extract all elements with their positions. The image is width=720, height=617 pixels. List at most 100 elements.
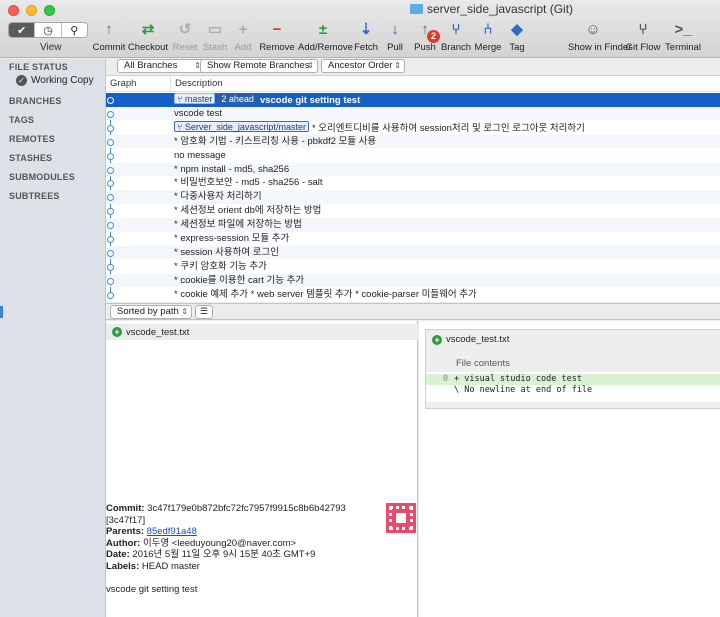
list-view-button[interactable]: ☰ (195, 305, 213, 319)
commit-row[interactable]: vscode test (106, 106, 720, 121)
tag-button[interactable]: ◆ Tag (492, 18, 542, 53)
commit-author-line: Author: 이두영 <leeduyoung20@naver.com> (106, 538, 418, 550)
ahead-count-tag: 2 ahead (218, 93, 257, 104)
diff-hunk-box: + vscode_test.txt File contents 0 + visua… (425, 329, 720, 409)
remote-branch-tag[interactable]: ⑂ Server_side_javascript/master (174, 120, 309, 132)
toolbar-button-label: Terminal (665, 42, 701, 53)
commit-row[interactable]: * 다중사용자 처리하기 (106, 190, 720, 204)
line-number: 0 (442, 374, 448, 384)
finder-icon: ☺ (585, 20, 601, 38)
close-window-button[interactable] (8, 5, 19, 16)
sidebar-branches-heading[interactable]: BRANCHES (9, 96, 62, 106)
commit-row[interactable]: * express-session 모듈 추가 (106, 232, 720, 246)
diff-file-name: vscode_test.txt (446, 334, 510, 345)
terminal-button[interactable]: >_ Terminal (658, 18, 708, 54)
sort-dropdown[interactable]: Sorted by path ⇕ (110, 305, 192, 319)
sidebar-subtrees-heading[interactable]: SUBTREES (9, 191, 60, 201)
add-remove-icon: ± (318, 20, 328, 38)
commit-message-text: * 세션정보 파일에 저장하는 방법 (174, 219, 302, 231)
changed-files-pane: + vscode_test.txt Commit: 3c47f179e0b872… (106, 321, 418, 617)
commit-message-text: * express-session 모듈 추가 (174, 233, 290, 244)
order-dropdown[interactable]: Ancestor Order ⇕ (321, 59, 405, 73)
commit-message-text: * 오리엔트디비를 사용하여 session처리 및 로그인 로그아웃 처리하기 (311, 122, 585, 134)
commit-message-text: vscode test (174, 107, 223, 119)
history-view-tab[interactable]: ◷ (35, 23, 62, 37)
commit-message-text: * 암호화 기법 - 키스트리칭 사용 - pbkdf2 모듈 사용 (174, 135, 377, 147)
graph-column-header[interactable]: Graph (110, 78, 136, 89)
commit-row[interactable]: * 암호화 기법 - 키스트리칭 사용 - pbkdf2 모듈 사용 (106, 134, 720, 149)
commit-label: Commit: (106, 503, 145, 514)
remove-button[interactable]: − Remove (252, 18, 302, 54)
commit-log: Graph Description ⑂ master 2 ahead vscode … (106, 75, 720, 302)
commit-row[interactable]: no message (106, 149, 720, 163)
parent-commit-link[interactable]: 85edf91a48 (147, 526, 197, 537)
commit-hash-line: Commit: 3c47f179e0b872bfc72fc7957f9915c8… (106, 503, 418, 515)
file-added-icon: + (432, 334, 442, 345)
commit-row[interactable]: * cookie를 이용한 cart 기능 추가 (106, 273, 720, 288)
diff-line-added[interactable]: 0 + visual studio code test (426, 374, 720, 385)
git-flow-icon: ⑂ (638, 20, 648, 38)
toolbar-button-label: Tag (509, 42, 525, 53)
sort-value: Sorted by path (117, 306, 179, 317)
commit-short-hash: [3c47f17] (106, 514, 146, 526)
commit-node-icon (107, 138, 114, 146)
commit-node-icon (107, 152, 114, 160)
diff-line-note[interactable]: \ No newline at end of file (426, 385, 720, 396)
sidebar-item-working-copy[interactable]: ✓ Working Copy (0, 73, 105, 87)
commit-message: * session 사용하여 로그인 (174, 246, 279, 260)
tag-icon: ◆ (511, 21, 523, 38)
commit-message: * 쿠키 암호화 기능 추가 (174, 260, 267, 274)
window-title: server_side_javascript (Git) (410, 2, 573, 16)
commit-message: * 세션정보 파일에 저장하는 방법 (174, 218, 302, 232)
folder-icon (410, 4, 423, 14)
column-divider[interactable] (170, 76, 171, 92)
sidebar-submodules-heading[interactable]: SUBMODULES (9, 172, 75, 182)
file-list-item[interactable]: + vscode_test.txt (106, 324, 418, 340)
commit-message-text: * 비밀번호보안 - md5 - sha256 - salt (174, 177, 323, 189)
commit-row[interactable]: * npm install - md5, sha256 (106, 162, 720, 176)
commit-row[interactable]: * 세션정보 orient db에 저장하는 방법 (106, 204, 720, 218)
commit-parents-line: Parents: 85edf91a48 (106, 526, 418, 538)
file-added-icon: + (112, 327, 122, 337)
sourcetree-window: server_side_javascript (Git) ✔ ◷ ⚲ View … (0, 0, 720, 617)
commit-row[interactable]: ⑂ master 2 ahead vscode git setting test (106, 93, 720, 107)
description-column-header[interactable]: Description (175, 78, 223, 89)
branches-filter-dropdown[interactable]: All Branches ⇕ (117, 59, 205, 73)
remote-branches-value: Show Remote Branches (207, 60, 310, 71)
working-copy-label: Working Copy (31, 74, 94, 86)
sidebar-stashes-heading[interactable]: STASHES (9, 153, 52, 163)
sidebar-file-status-heading[interactable]: FILE STATUS (9, 62, 68, 72)
show-in-finder-button[interactable]: ☺ Show in Finder (568, 18, 631, 54)
commit-message: * 비밀번호보안 - md5 - sha256 - salt (174, 176, 323, 190)
commit-row[interactable]: * session 사용하여 로그인 (106, 245, 720, 260)
branch-tag[interactable]: ⑂ master (174, 93, 216, 104)
commit-row[interactable]: * 세션정보 파일에 저장하는 방법 (106, 218, 720, 232)
commit-message: * 다중사용자 처리하기 (174, 190, 262, 204)
commit-node-icon (107, 249, 114, 257)
commit-row[interactable]: ⑂ Server_side_javascript/master * 오리엔트디비를… (106, 120, 720, 135)
commit-row[interactable]: * 비밀번호보안 - md5 - sha256 - salt (106, 176, 720, 190)
commit-row[interactable]: * 쿠키 암호화 기능 추가 (106, 260, 720, 274)
date-label: Date: (106, 549, 130, 560)
diff-lines[interactable]: 0 + visual studio code test \ No newline … (426, 372, 720, 402)
commit-message: * cookie 예제 추가 * web server 템플릿 추가 * coo… (174, 288, 477, 302)
view-segmented-control[interactable]: ✔ ◷ ⚲ (8, 22, 88, 38)
commit-row[interactable]: * cookie 예제 추가 * web server 템플릿 추가 * coo… (106, 288, 720, 302)
sidebar-remotes-heading[interactable]: REMOTES (9, 134, 55, 144)
commit-hash: 3c47f179e0b872bfc72fc7957f9915c8b6b42793 (147, 503, 346, 514)
commit-node-icon (107, 277, 114, 285)
commit-node-icon (107, 194, 114, 202)
minimize-window-button[interactable] (26, 5, 37, 16)
sidebar-tags-heading[interactable]: TAGS (9, 115, 34, 125)
remote-branches-dropdown[interactable]: Show Remote Branches ⇕ (200, 59, 318, 73)
file-status-view-tab[interactable]: ✔ (9, 23, 36, 37)
file-contents-label: File contents (456, 358, 510, 369)
commit-date-line: Date: 2016년 5월 11일 오후 9시 15분 40초 GMT+9 (106, 549, 418, 561)
commit-details: Commit: 3c47f179e0b872bfc72fc7957f9915c8… (106, 503, 418, 596)
diff-pane: + vscode_test.txt File contents 0 + visua… (419, 321, 720, 617)
maximize-window-button[interactable] (44, 5, 55, 16)
chevron-down-icon: ⇕ (307, 61, 314, 70)
commit-message-text: * npm install - md5, sha256 (174, 163, 290, 175)
commit-node-icon (107, 97, 114, 104)
